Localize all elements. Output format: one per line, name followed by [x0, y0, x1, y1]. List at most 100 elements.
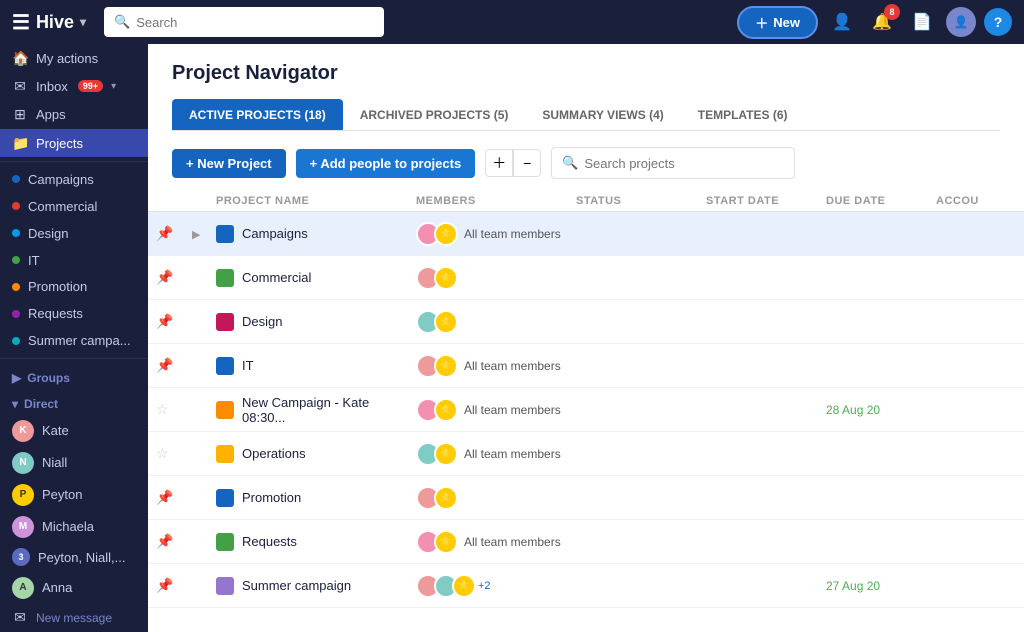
member-avatars: ⭐ — [416, 266, 452, 290]
project-name-cell: Commercial — [216, 269, 416, 287]
table-row[interactable]: 📌 Design ⭐ — [148, 300, 1024, 344]
my-actions-label: My actions — [36, 51, 98, 66]
project-name-cell: Campaigns — [216, 225, 416, 243]
topnav-right: ＋ New 👤 🔔 8 📄 👤 ? — [737, 6, 1012, 39]
inbox-icon: ✉ — [12, 78, 28, 95]
sidebar-direct-section[interactable]: ▾ Direct — [0, 389, 148, 415]
sidebar-direct-kate[interactable]: K Kate — [0, 415, 148, 447]
members-label: All team members — [464, 535, 561, 549]
members-cell: ⭐ — [416, 486, 576, 510]
tab-templates[interactable]: TEMPLATES (6) — [681, 99, 805, 130]
color-dot — [12, 229, 20, 237]
project-color — [216, 357, 234, 375]
sidebar-project-label: Requests — [28, 306, 83, 321]
page-title: Project Navigator — [172, 62, 1000, 85]
project-name-cell: Summer campaign — [216, 577, 416, 595]
due-date-cell: 28 Aug 20 — [826, 403, 936, 417]
sidebar-direct-niall[interactable]: N Niall — [0, 447, 148, 479]
expand-cell[interactable]: ▶ — [192, 226, 216, 241]
app-name: Hive — [36, 12, 74, 33]
sidebar-item-requests[interactable]: Requests — [0, 300, 148, 327]
member-avatars: ⭐ — [416, 354, 452, 378]
project-color — [216, 533, 234, 551]
project-name: Promotion — [242, 490, 301, 505]
member-avatars: ⭐ — [416, 310, 452, 334]
extra-count: +2 — [478, 580, 491, 592]
table-row[interactable]: 📌 Summer campaign ⭐ +2 27 Aug 20 — [148, 564, 1024, 608]
search-projects-input[interactable] — [584, 156, 784, 171]
sidebar-item-inbox[interactable]: ✉ Inbox 99+ ▾ — [0, 72, 148, 100]
direct-member-label: Michaela — [42, 519, 94, 534]
project-name: New Campaign - Kate 08:30... — [242, 395, 416, 425]
col-status: STATUS — [576, 195, 706, 207]
avatar: P — [12, 484, 34, 506]
project-name: Requests — [242, 534, 297, 549]
new-button[interactable]: ＋ New — [737, 6, 818, 39]
add-user-button[interactable]: 👤 — [826, 6, 858, 38]
table-row[interactable]: 📌 ▶ Campaigns ⭐ All team members — [148, 212, 1024, 256]
members-label: All team members — [464, 403, 561, 417]
project-name: Commercial — [242, 270, 311, 285]
direct-member-label: Anna — [42, 580, 72, 595]
col-project-name: PROJECT NAME — [216, 195, 416, 207]
sidebar-direct-group[interactable]: 3 Peyton, Niall,... — [0, 543, 148, 572]
project-color — [216, 577, 234, 595]
notifications-button[interactable]: 🔔 8 — [866, 6, 898, 38]
avatar: M — [12, 516, 34, 538]
sidebar-item-promotion[interactable]: Promotion — [0, 274, 148, 301]
user-plus-icon: 👤 — [832, 12, 852, 32]
col-start-date: START DATE — [706, 195, 826, 207]
app-logo[interactable]: ☰ Hive ▾ — [12, 10, 86, 35]
sidebar-item-my-actions[interactable]: 🏠 My actions — [0, 44, 148, 72]
member-avatar: ⭐ — [452, 574, 476, 598]
tab-summary-views[interactable]: SUMMARY VIEWS (4) — [525, 99, 680, 130]
members-cell: ⭐ All team members — [416, 442, 576, 466]
filter-add-button[interactable]: ＋ — [485, 149, 513, 177]
project-color — [216, 269, 234, 287]
pin-cell: 📌 — [156, 357, 192, 374]
table-row[interactable]: ☆ New Campaign - Kate 08:30... ⭐ All tea… — [148, 388, 1024, 432]
table-row[interactable]: 📌 IT ⭐ All team members — [148, 344, 1024, 388]
add-people-button[interactable]: + Add people to projects — [296, 149, 476, 178]
sidebar-item-it[interactable]: IT — [0, 247, 148, 274]
pin-cell: 📌 — [156, 269, 192, 286]
global-search-bar[interactable]: 🔍 — [104, 7, 384, 37]
project-color — [216, 445, 234, 463]
sidebar-project-label: Promotion — [28, 279, 87, 294]
members-cell: ⭐ All team members — [416, 222, 576, 246]
sidebar-project-label: IT — [28, 253, 40, 268]
member-avatar: ⭐ — [434, 354, 458, 378]
member-avatar: ⭐ — [434, 442, 458, 466]
sidebar-item-design[interactable]: Design — [0, 220, 148, 247]
documents-button[interactable]: 📄 — [906, 6, 938, 38]
table-row[interactable]: ☆ Operations ⭐ All team members — [148, 432, 1024, 476]
sidebar-new-message[interactable]: ✉ New message — [0, 604, 148, 632]
pin-cell: ☆ — [156, 445, 192, 462]
sidebar-direct-michaela[interactable]: M Michaela — [0, 511, 148, 543]
pin-icon: 📌 — [156, 533, 173, 549]
member-avatar: ⭐ — [434, 266, 458, 290]
sidebar-direct-anna[interactable]: A Anna — [0, 572, 148, 604]
sidebar-item-apps[interactable]: ⊞ Apps — [0, 101, 148, 129]
user-avatar[interactable]: 👤 — [946, 7, 976, 37]
sidebar-item-summer[interactable]: Summer campa... — [0, 327, 148, 354]
filter-remove-button[interactable]: − — [513, 149, 541, 177]
table-row[interactable]: 📌 Requests ⭐ All team members — [148, 520, 1024, 564]
projects-label: Projects — [36, 136, 83, 151]
new-project-button[interactable]: + New Project — [172, 149, 286, 178]
sidebar-item-commercial[interactable]: Commercial — [0, 193, 148, 220]
sidebar: 🏠 My actions ✉ Inbox 99+ ▾ ⊞ Apps 📁 Proj… — [0, 44, 148, 632]
global-search-input[interactable] — [136, 15, 374, 30]
search-projects-bar[interactable]: 🔍 — [551, 147, 795, 179]
help-button[interactable]: ? — [984, 8, 1012, 36]
sidebar-direct-peyton[interactable]: P Peyton — [0, 479, 148, 511]
sidebar-item-projects[interactable]: 📁 Projects — [0, 129, 148, 157]
inbox-badge: 99+ — [78, 80, 103, 92]
sidebar-item-campaigns[interactable]: Campaigns — [0, 166, 148, 193]
table-row[interactable]: 📌 Promotion ⭐ — [148, 476, 1024, 520]
table-row[interactable]: 📌 Commercial ⭐ — [148, 256, 1024, 300]
col-members: MEMBERS — [416, 195, 576, 207]
tab-archived-projects[interactable]: ARCHIVED PROJECTS (5) — [343, 99, 526, 130]
sidebar-groups-section[interactable]: ▶ Groups — [0, 363, 148, 389]
tab-active-projects[interactable]: ACTIVE PROJECTS (18) — [172, 99, 343, 130]
